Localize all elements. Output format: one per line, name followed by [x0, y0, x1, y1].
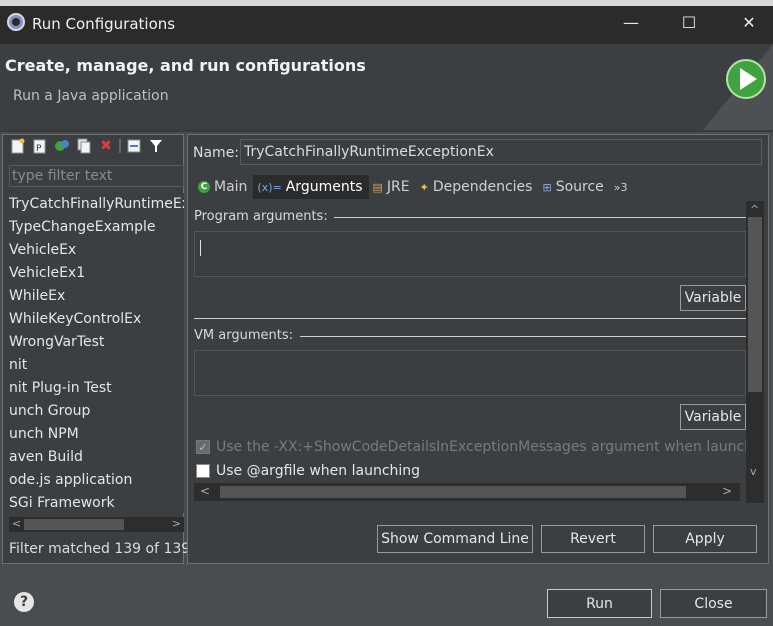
scroll-right-icon[interactable]: >: [722, 484, 732, 498]
scroll-thumb[interactable]: [220, 486, 686, 498]
argfile-checkbox-row[interactable]: Use @argfile when launching: [196, 463, 420, 479]
scroll-left-icon[interactable]: <: [200, 484, 210, 498]
tab-main[interactable]: C Main: [194, 175, 253, 199]
scroll-left-icon[interactable]: <: [12, 517, 21, 530]
library-icon: ▤: [372, 180, 383, 194]
header-subtitle: Run a Java application: [13, 88, 169, 104]
text-caret: [200, 240, 201, 256]
collapse-all-icon[interactable]: [125, 138, 143, 154]
separator-icon: [119, 139, 121, 153]
filter-status: Filter matched 139 of 139: [9, 541, 191, 557]
tab-bar: C Main (x)= Arguments ▤ JRE ✦ Dependenci…: [194, 175, 764, 199]
desktop-strip: [0, 0, 773, 6]
java-class-icon: C: [198, 181, 210, 193]
arguments-icon: (x)=: [257, 180, 282, 194]
new-configuration-icon[interactable]: [9, 138, 27, 154]
export-configuration-icon[interactable]: [53, 138, 71, 154]
apply-button[interactable]: Apply: [653, 525, 757, 553]
tree-item[interactable]: SGi Framework: [9, 492, 184, 513]
svg-text:P: P: [36, 144, 42, 154]
tree-item[interactable]: nit: [9, 354, 184, 377]
arguments-tab-content: Program arguments: Variable VM arguments…: [194, 201, 764, 503]
window-title: Run Configurations: [32, 15, 176, 33]
name-label: Name:: [193, 145, 240, 161]
program-variables-button[interactable]: Variable: [680, 285, 746, 311]
scroll-right-icon[interactable]: >: [172, 517, 181, 530]
tree-item[interactable]: WrongVarTest: [9, 331, 184, 354]
duplicate-icon[interactable]: [75, 138, 93, 154]
tree-item[interactable]: aven Build: [9, 446, 184, 469]
close-window-button[interactable]: ✕: [734, 10, 764, 36]
argfile-checkbox[interactable]: [196, 464, 210, 478]
tab-label: JRE: [386, 179, 410, 195]
tree-item[interactable]: VehicleEx1: [9, 262, 184, 285]
source-icon: ⊞: [542, 180, 552, 194]
header-divider: [0, 130, 773, 132]
tree-item[interactable]: WhileEx: [9, 285, 184, 308]
program-arguments-label: Program arguments:: [194, 209, 328, 224]
list-toolbar: P ✖: [9, 137, 165, 155]
dialog-header: Create, manage, and run configurations R…: [0, 44, 773, 130]
tree-item[interactable]: ode.js application: [9, 469, 184, 492]
content-vertical-scrollbar[interactable]: ^ v: [746, 201, 764, 503]
show-command-line-button[interactable]: Show Command Line: [377, 525, 533, 553]
new-prototype-icon[interactable]: P: [31, 138, 49, 154]
header-title: Create, manage, and run configurations: [5, 56, 366, 75]
show-details-label: Use the -XX:+ShowCodeDetailsInExceptionM…: [216, 439, 758, 455]
filter-icon[interactable]: [147, 138, 165, 154]
tree-item[interactable]: unch NPM: [9, 423, 184, 446]
program-arguments-field[interactable]: [194, 231, 746, 277]
run-button[interactable]: Run: [547, 589, 652, 618]
tree-item[interactable]: WhileKeyControlEx: [9, 308, 184, 331]
scroll-up-icon[interactable]: ^: [750, 203, 759, 216]
configuration-list-panel: P ✖ TryCatchFinallyRuntimeEx TypeChangeE…: [2, 134, 190, 564]
tab-dependencies[interactable]: ✦ Dependencies: [416, 175, 539, 199]
tab-jre[interactable]: ▤ JRE: [369, 175, 416, 199]
program-arguments-rule: [334, 217, 746, 218]
tree-item[interactable]: VehicleEx: [9, 239, 184, 262]
maximize-button[interactable]: ☐: [674, 10, 704, 36]
vm-arguments-rule: [300, 336, 746, 337]
vm-variables-button[interactable]: Variable: [680, 404, 746, 430]
title-bar: Run Configurations — ☐ ✕: [0, 0, 773, 44]
scroll-thumb[interactable]: [24, 519, 124, 530]
tab-label: Source: [555, 179, 604, 195]
tree-horizontal-scrollbar[interactable]: < >: [9, 517, 184, 532]
show-details-checkbox: ✓: [196, 440, 210, 454]
tab-label: Main: [214, 179, 248, 195]
revert-button[interactable]: Revert: [541, 525, 645, 553]
vm-arguments-label: VM arguments:: [194, 328, 293, 343]
tab-source[interactable]: ⊞ Source: [538, 175, 609, 199]
minimize-button[interactable]: —: [616, 10, 646, 36]
filter-input[interactable]: [9, 165, 184, 187]
eclipse-gear-icon: [7, 13, 25, 31]
dependencies-icon: ✦: [419, 180, 429, 194]
tree-item[interactable]: nit Plug-in Test: [9, 377, 184, 400]
name-field[interactable]: TryCatchFinallyRuntimeExceptionEx: [240, 139, 762, 165]
vm-arguments-field[interactable]: [194, 350, 746, 396]
configuration-tree[interactable]: TryCatchFinallyRuntimeEx TypeChangeExamp…: [9, 193, 184, 513]
tree-item[interactable]: TryCatchFinallyRuntimeEx: [9, 193, 184, 216]
section-divider: [194, 318, 746, 319]
run-banner-icon: [703, 44, 773, 130]
tab-label: Arguments: [285, 179, 363, 195]
configuration-editor-panel: Name: TryCatchFinallyRuntimeExceptionEx …: [187, 134, 769, 564]
content-horizontal-scrollbar[interactable]: < >: [194, 483, 740, 501]
tab-label: Dependencies: [432, 179, 533, 195]
tab-overflow[interactable]: »3: [610, 175, 634, 199]
tree-item[interactable]: TypeChangeExample: [9, 216, 184, 239]
delete-icon[interactable]: ✖: [97, 138, 115, 154]
tab-arguments[interactable]: (x)= Arguments: [253, 175, 369, 199]
tree-item[interactable]: unch Group: [9, 400, 184, 423]
tab-overflow-label: »3: [613, 180, 628, 194]
show-details-checkbox-row: ✓ Use the -XX:+ShowCodeDetailsInExceptio…: [196, 439, 757, 455]
help-icon[interactable]: ?: [14, 592, 34, 612]
close-button[interactable]: Close: [660, 589, 767, 618]
argfile-label: Use @argfile when launching: [216, 463, 421, 479]
scroll-down-icon[interactable]: v: [750, 465, 757, 478]
scroll-thumb[interactable]: [748, 217, 762, 392]
